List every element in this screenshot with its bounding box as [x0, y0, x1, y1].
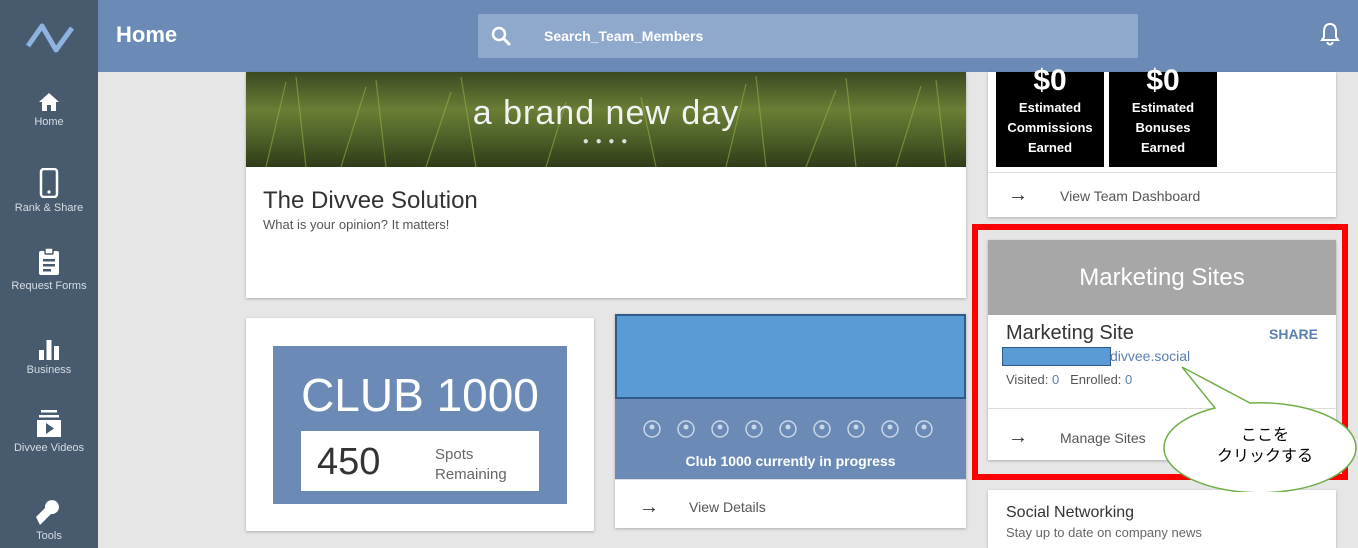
bonuses-label-3: Earned: [1140, 140, 1186, 155]
top-bar: Home Search_Team_Members: [98, 0, 1358, 72]
banner-image: a brand new day ● ● ● ●: [246, 72, 966, 167]
divvee-logo[interactable]: [22, 12, 78, 60]
divider: [615, 479, 966, 480]
club-progress-card: Club 1000 currently in progress → View D…: [615, 314, 966, 528]
arrow-right-icon: →: [1008, 184, 1028, 206]
earnings-card: $0 Estimated Commissions Earned $0 Estim…: [988, 64, 1336, 217]
commissions-amount: $0: [1033, 64, 1067, 97]
page-title: Home: [116, 22, 178, 47]
sidebar-item-rank-share[interactable]: Rank & Share: [0, 168, 98, 214]
sidebar-item-tools[interactable]: Tools: [0, 500, 98, 542]
bonuses-label-1: Estimated: [1131, 100, 1195, 115]
social-card: Social Networking Stay up to date on com…: [988, 490, 1336, 548]
spots-label: Spots Remaining: [435, 445, 507, 485]
search-icon: [491, 26, 511, 46]
commissions-label-3: Earned: [1027, 140, 1073, 155]
spots-box: 450 Spots Remaining: [301, 431, 539, 491]
phone-icon: [39, 168, 59, 198]
arrow-right-icon: →: [639, 496, 659, 518]
bar-chart-icon: [39, 340, 59, 360]
callout-line2: クリックする: [1216, 448, 1313, 465]
search-input[interactable]: Search_Team_Members: [544, 28, 703, 44]
club-title: CLUB 1000: [301, 369, 539, 421]
sidebar-item-label: Home: [34, 116, 64, 128]
sidebar: Home Rank & Share Request Forms Business…: [0, 0, 98, 548]
solution-title: The Divvee Solution: [263, 187, 478, 214]
progress-panel: Club 1000 currently in progress: [615, 399, 966, 479]
spots-label-line2: Remaining: [435, 466, 507, 483]
club-box: CLUB 1000 450 Spots Remaining: [273, 346, 567, 504]
sidebar-item-label: Tools: [36, 530, 62, 542]
callout-line1: ここを: [1240, 427, 1289, 444]
solution-subtitle: What is your opinion? It matters!: [263, 217, 450, 232]
commissions-box: $0 Estimated Commissions Earned: [996, 64, 1104, 167]
sidebar-item-label: Divvee Videos: [13, 442, 85, 454]
view-dashboard-label: View Team Dashboard: [1060, 188, 1201, 204]
social-subtitle: Stay up to date on company news: [1006, 525, 1202, 540]
home-icon: [39, 93, 59, 111]
sidebar-item-label: Request Forms: [11, 280, 87, 292]
sidebar-item-request-forms[interactable]: Request Forms: [0, 248, 98, 292]
search-bar[interactable]: Search_Team_Members: [478, 14, 1138, 58]
commissions-label-2: Commissions: [1007, 120, 1093, 135]
progress-text: Club 1000 currently in progress: [685, 453, 896, 469]
clipboard-icon: [39, 248, 59, 275]
bonuses-box: $0 Estimated Bonuses Earned: [1109, 64, 1217, 167]
wrench-icon: [36, 500, 59, 525]
callout-text: ここを クリックする: [1190, 425, 1340, 467]
spots-label-line1: Spots: [435, 446, 474, 463]
commissions-label-1: Estimated: [1018, 100, 1082, 115]
sidebar-item-label: Rank & Share: [14, 202, 84, 214]
spots-count: 450: [317, 441, 381, 483]
view-details-label: View Details: [689, 499, 766, 515]
sidebar-item-business[interactable]: Business: [0, 338, 98, 376]
bonuses-amount: $0: [1146, 64, 1180, 97]
social-title: Social Networking: [1006, 504, 1135, 521]
banner-text: a brand new day: [472, 94, 740, 132]
redacted-block: [615, 314, 966, 399]
member-icons: [643, 420, 933, 438]
solution-card: a brand new day ● ● ● ● The Divvee Solut…: [246, 72, 966, 298]
bell-icon[interactable]: [1320, 22, 1340, 46]
sidebar-item-label: Business: [26, 364, 72, 376]
divider: [988, 172, 1336, 173]
carousel-dots[interactable]: ● ● ● ●: [246, 136, 966, 147]
video-icon: [37, 410, 61, 437]
sidebar-item-home[interactable]: Home: [0, 92, 98, 128]
bonuses-label-2: Bonuses: [1135, 120, 1191, 135]
club-card: CLUB 1000 450 Spots Remaining: [246, 318, 594, 531]
sidebar-item-divvee-videos[interactable]: Divvee Videos: [0, 410, 98, 454]
